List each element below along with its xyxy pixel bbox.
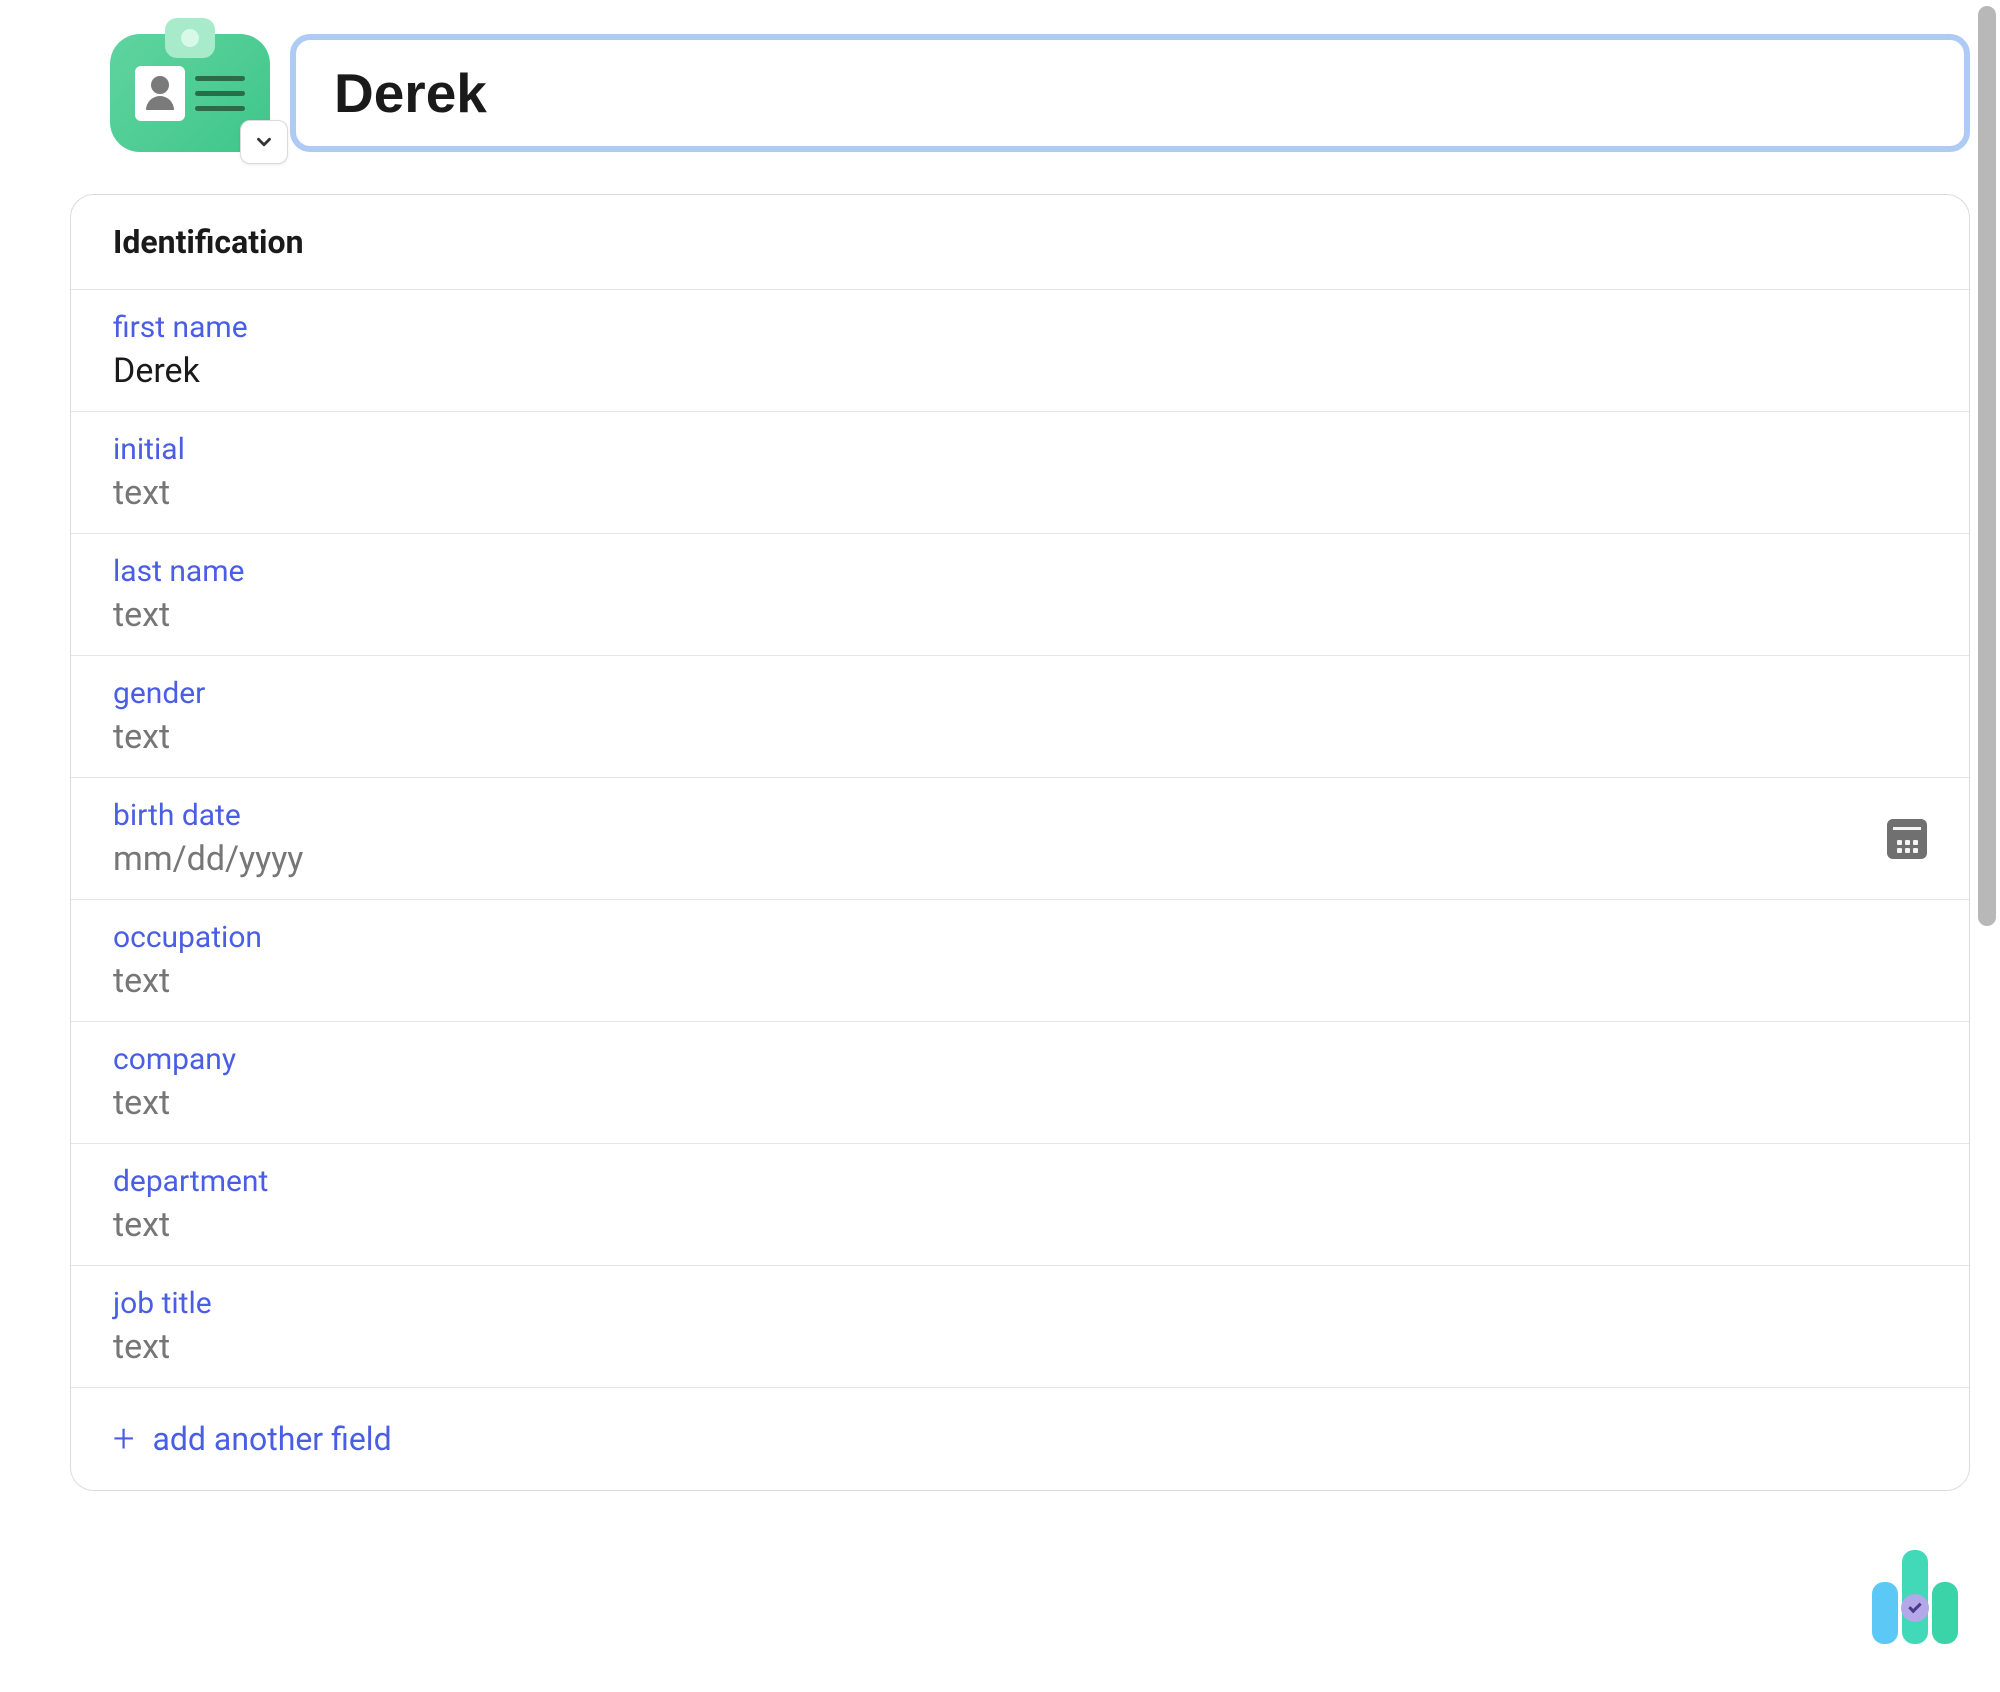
add-field-button[interactable]: + add another field [71,1388,1969,1490]
field-value[interactable]: text [113,1205,1927,1245]
field-row[interactable]: job title text [71,1266,1969,1388]
field-label[interactable]: last name [113,554,1927,589]
logo-check-icon [1901,1594,1929,1622]
logo-bar-icon [1902,1550,1928,1644]
logo-bar-icon [1872,1582,1898,1644]
field-label[interactable]: birth date [113,798,1927,833]
add-field-label: add another field [152,1420,391,1458]
field-label[interactable]: company [113,1042,1927,1077]
item-title-input[interactable] [290,34,1970,152]
plus-icon: + [113,1420,134,1458]
field-value[interactable]: text [113,1327,1927,1367]
field-row[interactable]: initial text [71,412,1969,534]
id-card-clip-icon [165,18,215,58]
field-label[interactable]: gender [113,676,1927,711]
avatar-icon [135,66,185,121]
logo-bar-icon [1932,1582,1958,1644]
field-row[interactable]: gender text [71,656,1969,778]
field-label[interactable]: job title [113,1286,1927,1321]
field-row[interactable]: company text [71,1022,1969,1144]
icon-dropdown-button[interactable] [240,120,288,164]
field-label[interactable]: initial [113,432,1927,467]
field-label[interactable]: department [113,1164,1927,1199]
section-title: Identification [113,223,1927,261]
field-row[interactable]: birth date mm/dd/yyyy [71,778,1969,900]
id-lines-icon [195,76,245,111]
chevron-down-icon [253,131,275,153]
field-value[interactable]: text [113,961,1927,1001]
field-value[interactable]: text [113,473,1927,513]
field-value[interactable]: text [113,1083,1927,1123]
identification-section: Identification first name Derek initial tex… [70,194,1970,1491]
field-row[interactable]: department text [71,1144,1969,1266]
field-label[interactable]: first name [113,310,1927,345]
field-row[interactable]: last name text [71,534,1969,656]
app-logo-widget[interactable] [1872,1550,1958,1644]
field-value[interactable]: text [113,595,1927,635]
field-row[interactable]: occupation text [71,900,1969,1022]
calendar-icon[interactable] [1887,819,1927,859]
field-row[interactable]: first name Derek [71,290,1969,412]
field-value[interactable]: text [113,717,1927,757]
item-type-icon[interactable] [110,34,270,154]
scrollbar[interactable] [1978,6,1996,926]
field-value[interactable]: Derek [113,351,1927,391]
field-value[interactable]: mm/dd/yyyy [113,839,1927,879]
field-label[interactable]: occupation [113,920,1927,955]
